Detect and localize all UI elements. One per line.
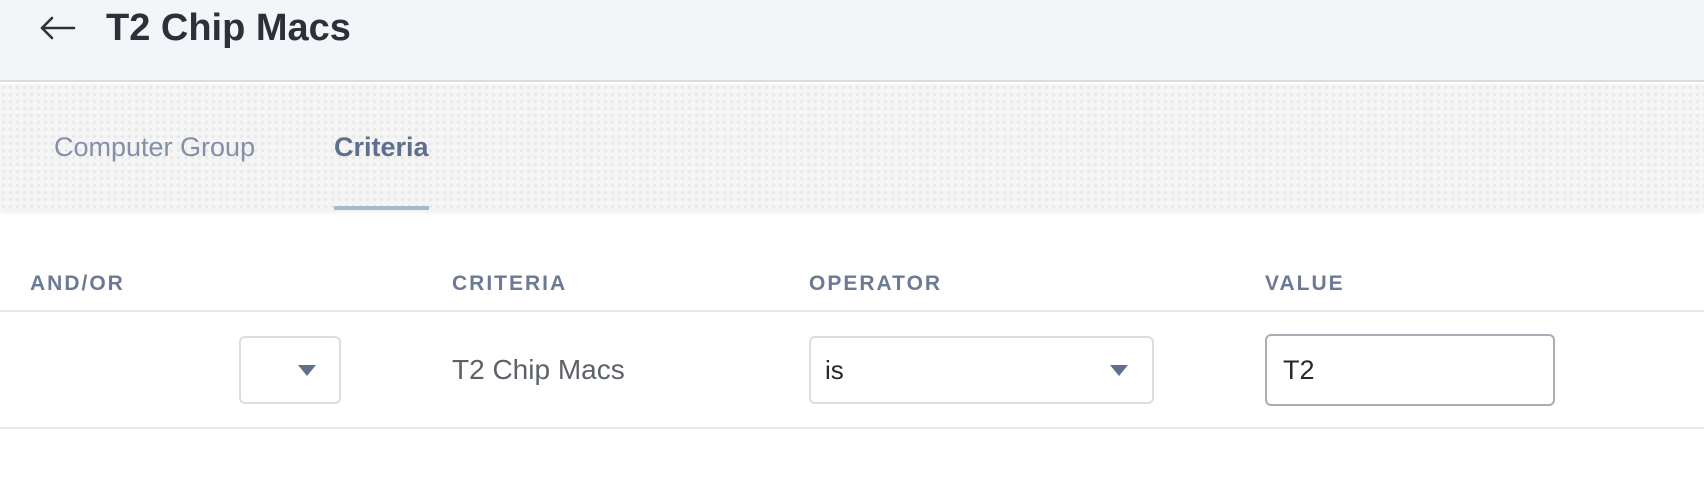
- table-header-divider: [0, 310, 1704, 312]
- tab-label: Criteria: [334, 131, 429, 162]
- table-row-divider: [0, 427, 1704, 429]
- operator-value: is: [825, 354, 844, 385]
- chevron-down-icon: [1110, 365, 1128, 376]
- column-header-and-or: AND/OR: [30, 272, 125, 295]
- page-title: T2 Chip Macs: [106, 7, 351, 49]
- column-header-value: VALUE: [1265, 272, 1345, 295]
- tab-computer-group[interactable]: Computer Group: [54, 84, 255, 210]
- tab-label: Computer Group: [54, 131, 256, 162]
- column-header-operator: OPERATOR: [809, 272, 943, 295]
- chevron-down-icon: [298, 365, 316, 376]
- column-header-criteria: CRITERIA: [452, 272, 568, 295]
- operator-select[interactable]: is: [809, 336, 1154, 404]
- value-input[interactable]: [1265, 334, 1555, 406]
- page-header: T2 Chip Macs: [0, 0, 1704, 82]
- arrow-left-icon: [40, 16, 76, 40]
- back-button[interactable]: [30, 4, 86, 52]
- tab-criteria[interactable]: Criteria: [334, 84, 429, 210]
- active-tab-indicator: [334, 206, 429, 210]
- and-or-select[interactable]: [239, 336, 341, 404]
- criteria-name: T2 Chip Macs: [452, 354, 625, 385]
- tab-bar: Computer Group Criteria: [0, 84, 1704, 210]
